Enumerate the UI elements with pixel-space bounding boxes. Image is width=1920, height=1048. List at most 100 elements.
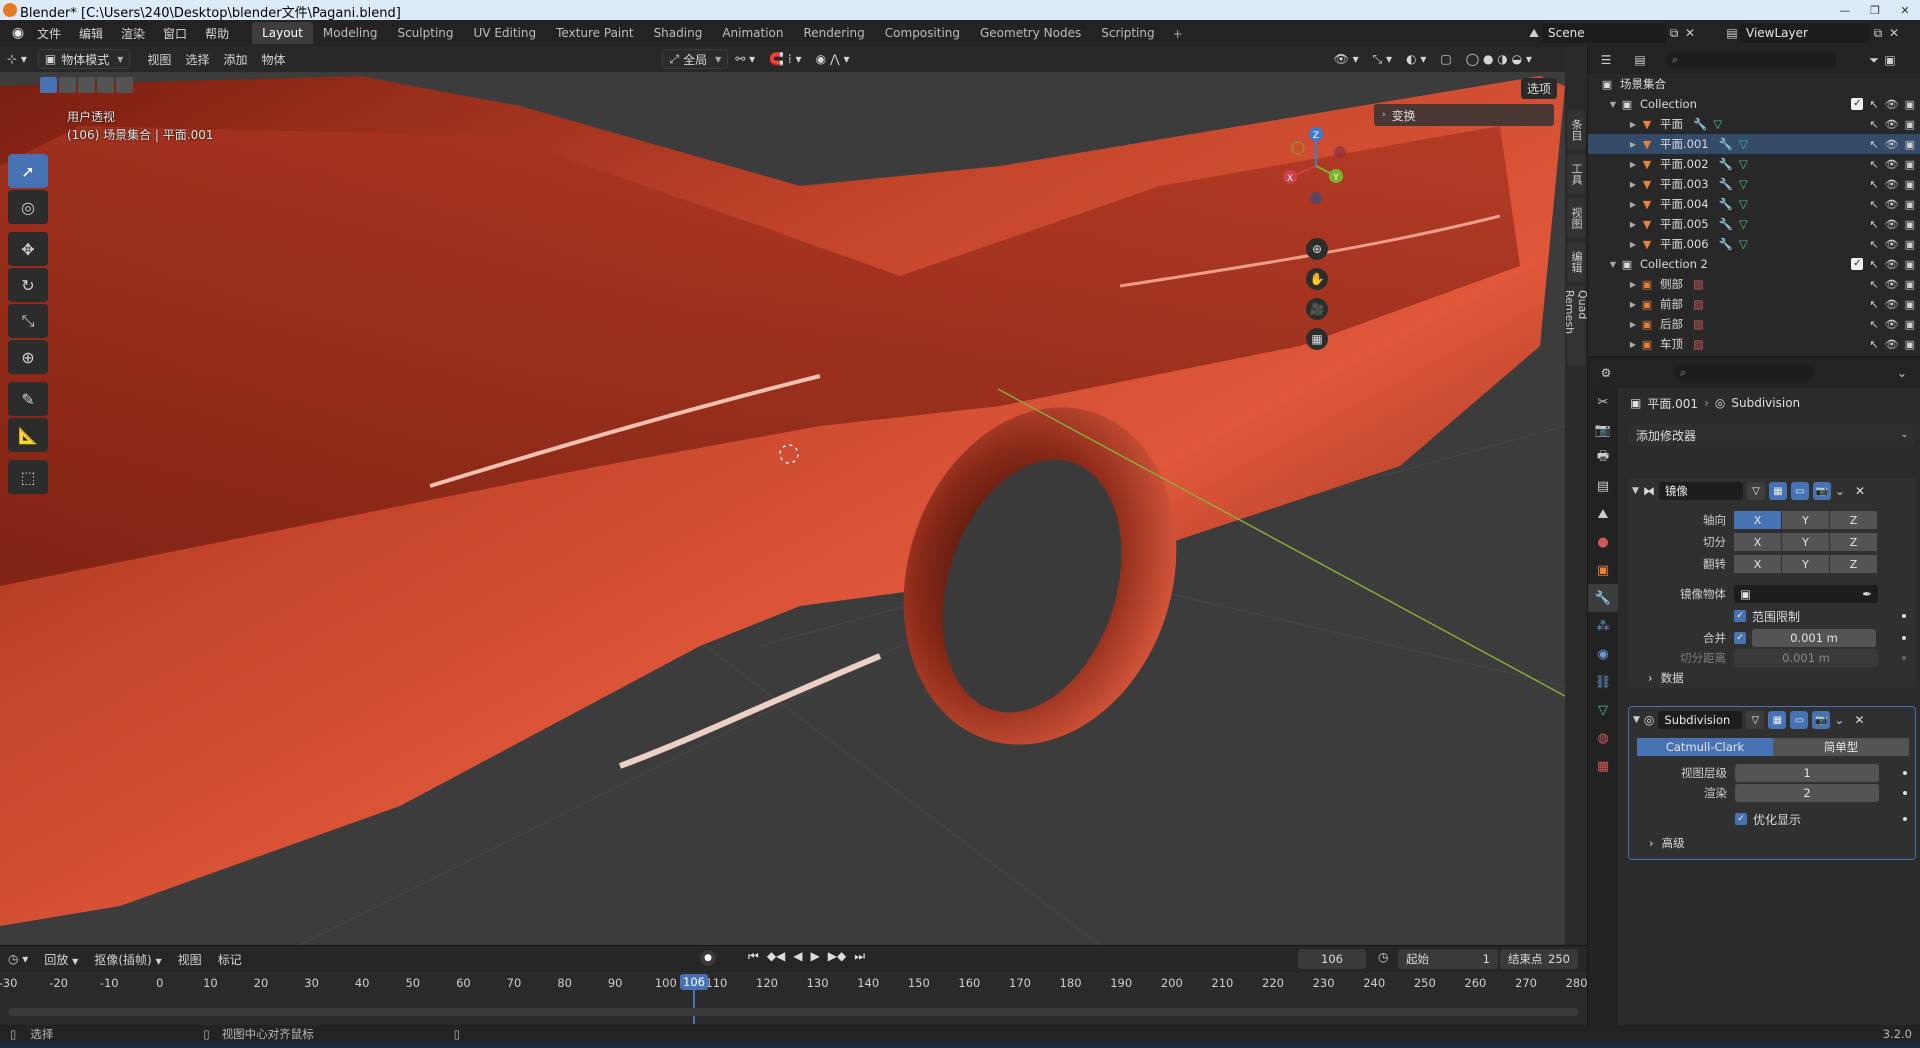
- eye-icon[interactable]: 👁: [1885, 158, 1899, 171]
- world-tab-icon[interactable]: ●: [1588, 528, 1618, 556]
- menu-object[interactable]: 物体: [254, 51, 292, 68]
- merge-distance-field[interactable]: 0.001 m: [1752, 629, 1876, 647]
- delete-scene-icon[interactable]: ✕: [1682, 25, 1698, 41]
- mirror-name-field[interactable]: 镜像: [1658, 482, 1743, 500]
- select-arrow-icon[interactable]: ↖: [1869, 118, 1878, 131]
- tab-geometry-nodes[interactable]: Geometry Nodes: [970, 22, 1091, 44]
- transform-panel-header[interactable]: › 变换: [1374, 104, 1554, 126]
- tree-row-object-selected[interactable]: ▶ ▼ 平面.001 🔧 ▽ ↖ 👁 ▣: [1588, 134, 1920, 154]
- subdivision-name-field[interactable]: Subdivision: [1658, 711, 1743, 729]
- outliner-search-input[interactable]: ⌕: [1666, 51, 1836, 69]
- filter-icon[interactable]: ⏷: [1866, 52, 1882, 68]
- expand-arrow-icon[interactable]: ▶: [1628, 300, 1638, 309]
- tree-row-object[interactable]: ▶ ▼ 平面.002 🔧 ▽ ↖ 👁 ▣: [1588, 154, 1920, 174]
- new-collection-icon[interactable]: ▣: [1882, 52, 1898, 68]
- play-reverse-icon[interactable]: ◀: [793, 949, 802, 964]
- menu-select[interactable]: 选择: [178, 51, 216, 68]
- merge-checkbox[interactable]: ✓: [1734, 632, 1746, 644]
- marker-menu[interactable]: 标记: [210, 951, 250, 968]
- scale-tool[interactable]: ⤡: [8, 304, 48, 338]
- eye-icon[interactable]: 👁: [1885, 238, 1899, 251]
- flip-x-toggle[interactable]: X: [1734, 555, 1781, 573]
- scene-name-field[interactable]: Scene: [1542, 23, 1666, 43]
- edit-cage-icon[interactable]: ▽: [1746, 711, 1765, 729]
- camera-icon[interactable]: ▣: [1905, 318, 1915, 331]
- exclude-checkbox[interactable]: ✓: [1851, 257, 1864, 270]
- delete-modifier-icon[interactable]: ✕: [1855, 484, 1865, 498]
- display-mode-icon[interactable]: ▤: [1632, 52, 1648, 68]
- expand-arrow-icon[interactable]: ▶: [1628, 200, 1638, 209]
- optimal-display-checkbox[interactable]: ✓: [1735, 813, 1747, 825]
- cursor-tool[interactable]: ◎: [8, 190, 48, 224]
- collapse-arrow-icon[interactable]: ▼: [1632, 486, 1639, 496]
- tree-row-object[interactable]: ▶ ▼ 平面 🔧 ▽ ↖ 👁 ▣: [1588, 114, 1920, 134]
- render-levels-field[interactable]: 2: [1735, 784, 1879, 802]
- select-arrow-icon[interactable]: ↖: [1869, 338, 1878, 351]
- expand-arrow-icon[interactable]: ▶: [1628, 120, 1638, 129]
- menu-window[interactable]: 窗口: [154, 25, 196, 42]
- axis-gizmo-icon[interactable]: Z X Y: [1276, 112, 1366, 362]
- camera-icon[interactable]: 🎥: [1306, 298, 1328, 320]
- orientation-dropdown[interactable]: ⤢ 全局 ▼: [662, 49, 729, 69]
- render-toggle-icon[interactable]: 📷: [1812, 711, 1831, 729]
- view-layer-selector[interactable]: ▤ ViewLayer ⧉ ✕: [1724, 23, 1914, 43]
- select-arrow-icon[interactable]: ↖: [1869, 218, 1878, 231]
- camera-icon[interactable]: ▣: [1905, 178, 1915, 191]
- gizmo-toggle-icon[interactable]: ⤡ ▾: [1366, 52, 1399, 67]
- delete-view-layer-icon[interactable]: ✕: [1886, 25, 1902, 41]
- snap-icon[interactable]: 🧲 ⁞ ▾: [762, 52, 808, 66]
- mirror-object-field[interactable]: ▣ ✒: [1734, 585, 1878, 603]
- outliner-editor-icon[interactable]: ☰: [1598, 52, 1614, 68]
- perspective-grid-icon[interactable]: ▦: [1306, 328, 1328, 350]
- material-tab-icon[interactable]: ◍: [1588, 724, 1618, 752]
- start-frame-field[interactable]: 起始 1: [1398, 949, 1498, 969]
- chevron-down-icon[interactable]: ⌄: [1834, 713, 1844, 727]
- timeline-view-menu[interactable]: 视图: [170, 951, 210, 968]
- flip-y-toggle[interactable]: Y: [1782, 555, 1829, 573]
- menu-render[interactable]: 渲染: [112, 25, 154, 42]
- annotate-tool[interactable]: ✎: [8, 382, 48, 416]
- tab-scripting[interactable]: Scripting: [1091, 22, 1164, 44]
- simple-button[interactable]: 简单型: [1773, 738, 1909, 756]
- keyframe-dot-icon[interactable]: [1902, 656, 1906, 660]
- rotate-tool[interactable]: ↻: [8, 268, 48, 302]
- tab-rendering[interactable]: Rendering: [794, 22, 875, 44]
- camera-icon[interactable]: ▣: [1905, 338, 1915, 351]
- eye-icon[interactable]: 👁: [1885, 178, 1899, 191]
- bisect-y-toggle[interactable]: Y: [1782, 533, 1829, 551]
- camera-icon[interactable]: ▣: [1905, 278, 1915, 291]
- expand-arrow-icon[interactable]: ▶: [1628, 180, 1638, 189]
- modifier-tab-icon[interactable]: 🔧: [1588, 584, 1618, 612]
- current-frame-field[interactable]: 106: [1298, 949, 1366, 969]
- select-arrow-icon[interactable]: ↖: [1869, 318, 1878, 331]
- tab-tool[interactable]: 工具: [1567, 154, 1585, 194]
- tab-compositing[interactable]: Compositing: [875, 22, 970, 44]
- bisect-z-toggle[interactable]: Z: [1830, 533, 1877, 551]
- camera-icon[interactable]: ▣: [1905, 238, 1915, 251]
- camera-icon[interactable]: ▣: [1905, 158, 1915, 171]
- axis-z-toggle[interactable]: Z: [1830, 511, 1877, 529]
- new-view-layer-icon[interactable]: ⧉: [1870, 25, 1886, 41]
- navigation-gizmo[interactable]: Z X Y ⊕ ✋ 🎥 ▦: [1276, 112, 1366, 362]
- zoom-icon[interactable]: ⊕: [1306, 238, 1328, 260]
- transform-tool[interactable]: ⊕: [8, 340, 48, 374]
- tree-row-image[interactable]: ▶ ▣ 前部 ▨ ↖ 👁 ▣: [1588, 294, 1920, 314]
- edit-mode-toggle-icon[interactable]: ▦: [1768, 711, 1787, 729]
- levels-viewport-field[interactable]: 1: [1735, 764, 1879, 782]
- menu-add[interactable]: 添加: [216, 51, 254, 68]
- expand-arrow-icon[interactable]: ▶: [1628, 280, 1638, 289]
- camera-icon[interactable]: ▣: [1905, 118, 1915, 131]
- select-arrow-icon[interactable]: ↖: [1869, 198, 1878, 211]
- select-arrow-icon[interactable]: ↖: [1869, 298, 1878, 311]
- constraints-tab-icon[interactable]: ⛓: [1588, 668, 1618, 696]
- render-toggle-icon[interactable]: 📷: [1812, 482, 1831, 500]
- select-arrow-icon[interactable]: ↖: [1869, 178, 1878, 191]
- select-arrow-icon[interactable]: ↖: [1869, 138, 1878, 151]
- select-intersect-button[interactable]: [116, 77, 133, 93]
- select-arrow-icon[interactable]: ↖: [1869, 238, 1878, 251]
- jump-start-icon[interactable]: ⏮: [748, 949, 759, 964]
- delete-modifier-icon[interactable]: ✕: [1854, 713, 1864, 727]
- render-tab-icon[interactable]: 📷: [1588, 416, 1618, 444]
- minimize-button[interactable]: —: [1830, 0, 1860, 20]
- select-box-tool[interactable]: ➚: [8, 154, 48, 188]
